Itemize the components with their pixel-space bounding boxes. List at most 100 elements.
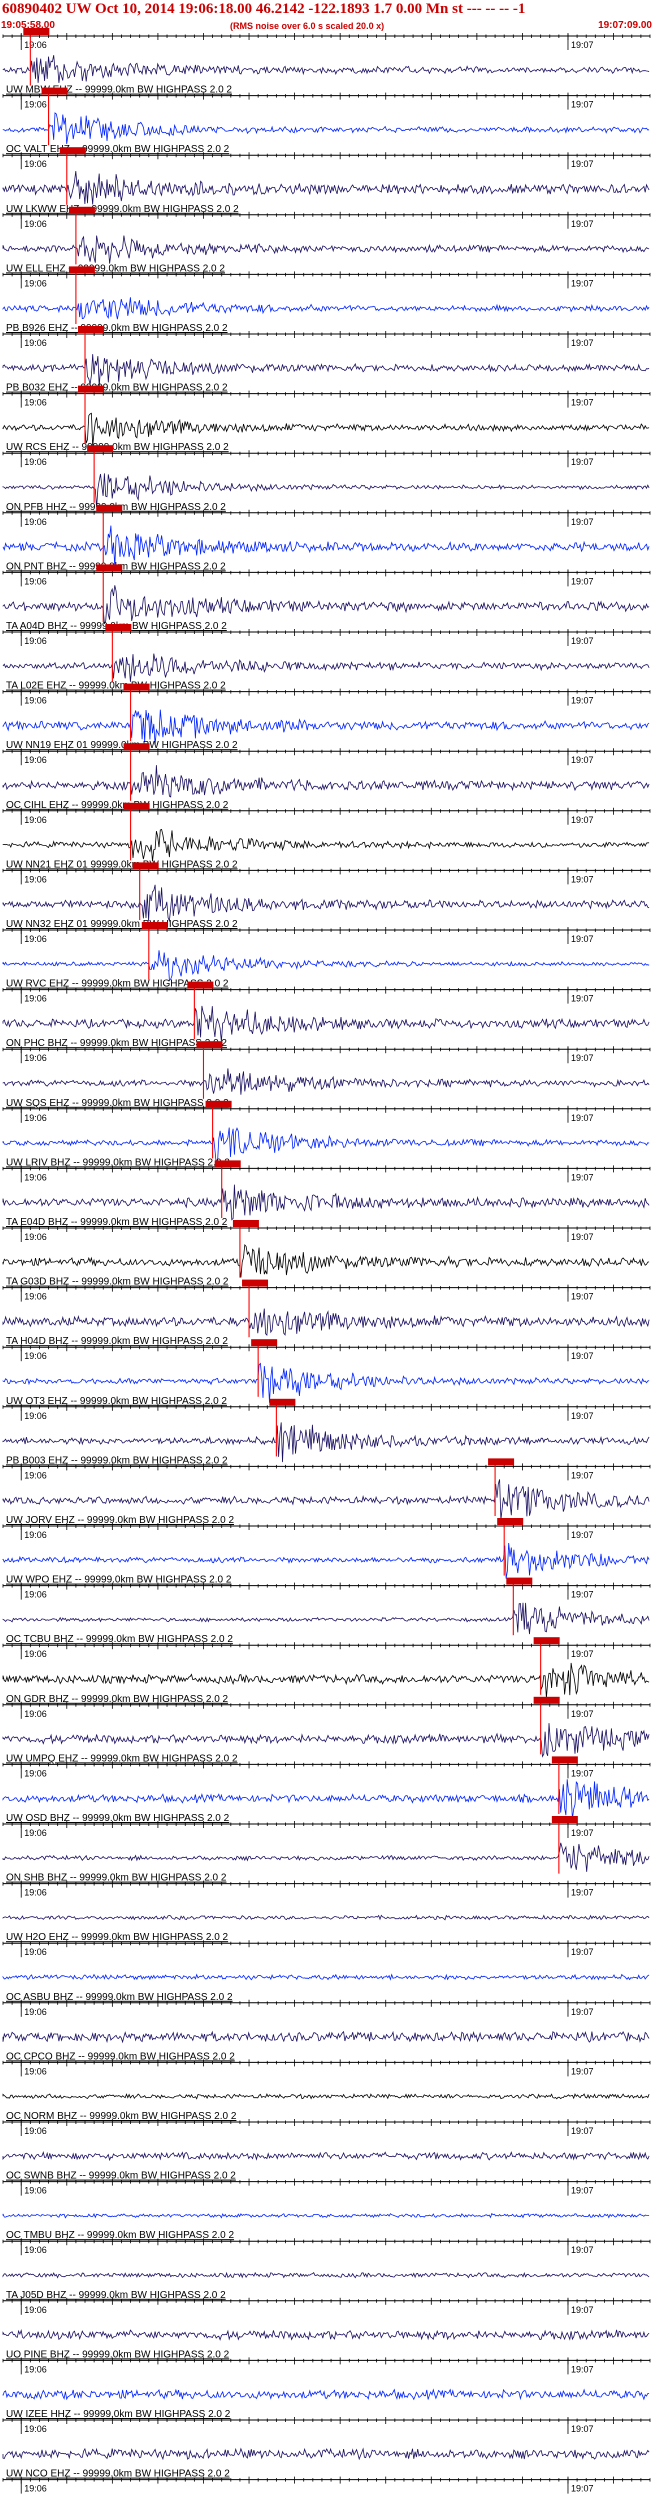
- channel-label: TA H04D BHZ -- 99999.0km BW HIGHPASS 2.0…: [6, 1336, 228, 1347]
- minute-label: 19:06: [24, 1590, 47, 1600]
- channel-row: 19:06 19:07 TA H04D BHZ -- 99999.0km BW HI…: [2, 1279, 651, 1347]
- minute-label: 19:07: [571, 1411, 594, 1421]
- pick-marker: [196, 1041, 223, 1049]
- channel-row: 19:06 19:07UW NN21 EHZ 01 99999.0km BW HI…: [2, 802, 651, 870]
- waveform-trace: [2, 2030, 650, 2044]
- minute-label: 19:07: [571, 219, 594, 229]
- minute-label: 19:06: [24, 1768, 47, 1778]
- minute-label: 19:06: [24, 2424, 47, 2434]
- channel-row: 19:06 19:07 OC TCBU BHZ -- 99999.0km BW HI…: [2, 1577, 651, 1645]
- minute-label: 19:07: [571, 874, 594, 884]
- pick-marker: [123, 683, 150, 691]
- minute-label: 19:06: [24, 338, 47, 348]
- waveform-trace: [2, 1184, 650, 1221]
- channel-row: 19:06 19:07 OC CPCO BHZ -- 99999.0km BW HI…: [2, 1999, 651, 2062]
- minute-label: 19:07: [571, 1053, 594, 1063]
- channel-row: 19:06 19:07 PB B032 EHZ -- 99999.0km BW HI…: [2, 326, 651, 394]
- channel-label: PB B003 EHZ -- 99999.0km BW HIGHPASS 2.0…: [6, 1455, 228, 1466]
- seismogram-plot: 19:06 19:07 UW MBW EHZ -- 99999.0km BW HIG…: [2, 28, 651, 2494]
- pick-marker: [269, 1398, 296, 1406]
- minute-label: 19:07: [571, 1947, 594, 1957]
- minute-label: 19:06: [24, 1053, 47, 1063]
- minute-label: 19:06: [24, 100, 47, 110]
- channel-row: 19:0619:07ON PFB HHZ -- 99999.0km BW HIG…: [2, 445, 651, 513]
- minute-label: 19:07: [571, 1768, 594, 1778]
- waveform-trace: [2, 1479, 650, 1521]
- minute-label: 19:07: [571, 576, 594, 586]
- minute-label: 19:06: [24, 2126, 47, 2136]
- waveform-trace: [2, 55, 650, 83]
- channel-row: 19:06 19:07 TA E04D BHZ -- 99999.0km BW HI…: [2, 1160, 651, 1228]
- pick-marker: [187, 981, 214, 989]
- channel-row: 19:06 19:07UW NN19 EHZ 01 99999.0km BW HI…: [2, 683, 651, 751]
- minute-label: 19:07: [571, 636, 594, 646]
- minute-label: 19:07: [571, 2305, 594, 2315]
- pick-marker: [205, 1100, 232, 1108]
- channel-row: 19:06 19:07 UW WPO EHZ -- 99999.0km BW HIG…: [2, 1518, 651, 1586]
- waveform-trace: [2, 653, 650, 682]
- minute-label: 19:07: [571, 2186, 594, 2196]
- minute-label: 19:06: [24, 159, 47, 169]
- channel-label: UW OSD BHZ -- 99999.0km BW HIGHPASS 2.0 …: [6, 1813, 230, 1824]
- channel-row: 19:06 19:07 UW ELL EHZ -- 99999.0km BW HIG…: [2, 206, 651, 274]
- channel-row: 19:06 19:07 OC VALT EHZ -- 99999.0km BW HI…: [2, 87, 651, 155]
- pick-marker: [68, 206, 95, 214]
- waveform-trace: [2, 765, 650, 798]
- waveform-trace: [2, 585, 650, 624]
- pick-marker: [551, 1756, 578, 1764]
- channel-row: 19:06 19:07 OC TMBU BHZ -- 99999.0km BW HI…: [2, 2178, 651, 2241]
- minute-label: 19:06: [24, 517, 47, 527]
- pick-marker: [41, 87, 68, 95]
- channel-label: UW LKWW EHZ -- 99999.0km BW HIGHPASS 2.0…: [6, 204, 239, 215]
- minute-label: 19:07: [571, 1292, 594, 1302]
- channel-label: OC TMBU BHZ -- 99999.0km BW HIGHPASS 2.0…: [6, 2230, 234, 2241]
- minute-label: 19:06: [24, 755, 47, 765]
- minute-label: 19:07: [571, 1232, 594, 1242]
- pick-marker: [96, 564, 123, 572]
- minute-label: 19:07: [571, 1172, 594, 1182]
- channel-label: OC NORM BHZ -- 99999.0km BW HIGHPASS 2.0…: [6, 2111, 237, 2122]
- minute-label: 19:07: [571, 1351, 594, 1361]
- channel-row: 19:06 19:07 ON GDR BHZ -- 99999.0km BW HIG…: [2, 1637, 651, 1705]
- channel-row: 19:06 19:07 UW RCS EHZ -- 99999.0km BW HIG…: [2, 385, 651, 453]
- pick-marker: [23, 28, 50, 35]
- channel-row: 19:06 19:07 TA L02E EHZ -- 99999.0km BW HI…: [2, 624, 651, 692]
- minute-label: 19:06: [24, 398, 47, 408]
- channel-label: TA E04D BHZ -- 99999.0km BW HIGHPASS 2.0…: [6, 1217, 228, 1228]
- pick-marker: [132, 862, 159, 870]
- channel-label: UW SQS EHZ -- 99999.0km BW HIGHPASS 2.0 …: [6, 1098, 229, 1109]
- minute-label: 19:06: [24, 1888, 47, 1898]
- pick-marker: [59, 147, 86, 155]
- minute-label: 19:06: [24, 2186, 47, 2196]
- channel-label: UW RCS EHZ -- 99999.0km BW HIGHPASS 2.0 …: [6, 442, 229, 453]
- minute-label: 19:06: [24, 1292, 47, 1302]
- minute-label: 19:06: [24, 1172, 47, 1182]
- channel-label: OC ASBU BHZ -- 99999.0km BW HIGHPASS 2.0…: [6, 1992, 233, 2003]
- minute-label: 19:06: [24, 1947, 47, 1957]
- channel-row: 19:06 19:07TA A04D BHZ -- 99999.0km BW HI…: [2, 564, 651, 632]
- channel-label: OC TCBU BHZ -- 99999.0km BW HIGHPASS 2.0…: [6, 1634, 233, 1645]
- channel-row: 19:06 19:07 UW LRIV BHZ -- 99999.0km BW HI…: [2, 1100, 651, 1168]
- minute-label: 19:06: [24, 1113, 47, 1123]
- channel-row: 19:06 19:07 PB B926 EHZ -- 99999.0km BW HI…: [2, 266, 651, 334]
- channel-row: 19:06 19:07 TA G03D BHZ -- 99999.0km BW HI…: [2, 1220, 651, 1288]
- channel-label: UW WPO EHZ -- 99999.0km BW HIGHPASS 2.0 …: [6, 1575, 232, 1586]
- channel-row: 19:0619:07ON PNT BHZ -- 99999.0km BW HIG…: [2, 504, 651, 572]
- minute-label: 19:07: [571, 1828, 594, 1838]
- minute-label: 19:07: [571, 815, 594, 825]
- channel-label: TA J05D BHZ -- 99999.0km BW HIGHPASS 2.0…: [6, 2290, 226, 2301]
- minute-label: 19:07: [571, 40, 594, 50]
- channel-label: ON PHC BHZ -- 99999.0km BW HIGHPASS 2.0 …: [6, 1038, 227, 1049]
- channel-row: 19:06 19:07 OC CIHL EHZ -- 99999.0km BW HI…: [2, 743, 651, 811]
- waveform-trace: [2, 1662, 650, 1699]
- channel-label: UW MBW EHZ -- 99999.0km BW HIGHPASS 2.0 …: [6, 85, 232, 96]
- waveform-trace: [2, 884, 650, 923]
- channel-label: OC CIHL EHZ -- 99999.0km BW HIGHPASS 2.0…: [6, 800, 229, 811]
- pick-marker: [251, 1339, 278, 1347]
- waveform-trace: [2, 1068, 650, 1095]
- pick-marker: [78, 326, 105, 333]
- minute-label: 19:07: [571, 2007, 594, 2017]
- minute-label: 19:06: [24, 2007, 47, 2017]
- channel-label: ON SHB BHZ -- 99999.0km BW HIGHPASS 2.0 …: [6, 1873, 227, 1884]
- waveform-trace: [2, 1243, 650, 1278]
